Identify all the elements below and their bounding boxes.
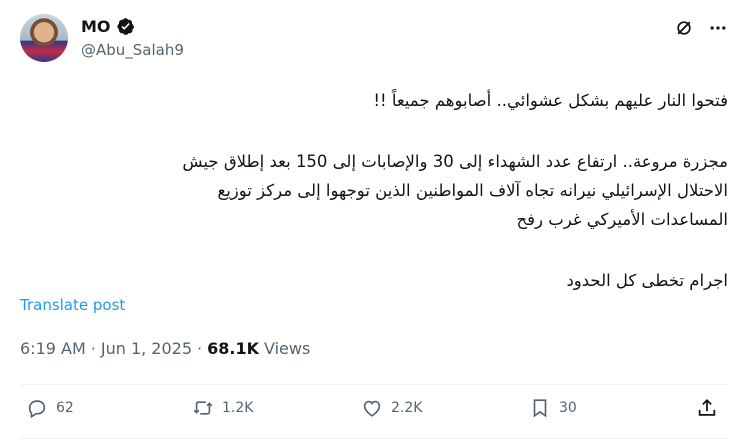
- views-count: 68.1K: [207, 339, 259, 358]
- author-name[interactable]: MO: [81, 17, 111, 36]
- post-paragraph: مجزرة مروعة.. ارتفاع عدد الشهداء إلى 30 …: [182, 152, 728, 229]
- translate-post-link[interactable]: Translate post: [20, 296, 125, 314]
- action-bar: 62 1.2K 2.2K 30: [20, 397, 728, 427]
- views-label: Views: [263, 339, 311, 358]
- post-paragraph: اجرام تخطى كل الحدود: [566, 271, 728, 290]
- post-text: فتحوا النار عليهم بشكل عشوائي.. أصابوهم …: [20, 86, 728, 290]
- repost-button[interactable]: 1.2K: [192, 397, 253, 419]
- meta-separator: ·: [197, 339, 203, 358]
- more-icon[interactable]: [708, 18, 728, 38]
- repost-count: 1.2K: [222, 400, 254, 416]
- post-date[interactable]: Jun 1, 2025: [101, 339, 192, 358]
- bookmark-count: 30: [559, 400, 577, 416]
- like-count: 2.2K: [391, 400, 423, 416]
- post-time[interactable]: 6:19 AM: [20, 339, 86, 358]
- like-button[interactable]: 2.2K: [361, 397, 422, 419]
- grok-icon[interactable]: [674, 18, 694, 38]
- divider: [20, 438, 728, 439]
- post-header: MO @Abu_Salah9: [20, 14, 728, 64]
- header-actions: [674, 18, 728, 38]
- meta-separator: ·: [90, 339, 96, 358]
- author-handle[interactable]: @Abu_Salah9: [81, 41, 184, 59]
- verified-icon[interactable]: [116, 17, 135, 36]
- like-icon: [363, 400, 381, 417]
- share-button[interactable]: [696, 397, 718, 419]
- divider: [20, 384, 728, 385]
- bookmark-button[interactable]: 30: [529, 397, 577, 419]
- reply-icon: [28, 400, 46, 419]
- reply-count: 62: [56, 400, 74, 416]
- author-name-row: MO: [81, 17, 135, 36]
- avatar[interactable]: [20, 14, 68, 62]
- share-icon: [698, 398, 716, 416]
- reply-button[interactable]: 62: [26, 397, 74, 419]
- post-paragraph: فتحوا النار عليهم بشكل عشوائي.. أصابوهم …: [373, 91, 728, 110]
- bookmark-icon: [533, 399, 547, 418]
- repost-icon: [193, 401, 213, 415]
- post-meta: 6:19 AM · Jun 1, 2025 · 68.1K Views: [20, 339, 310, 358]
